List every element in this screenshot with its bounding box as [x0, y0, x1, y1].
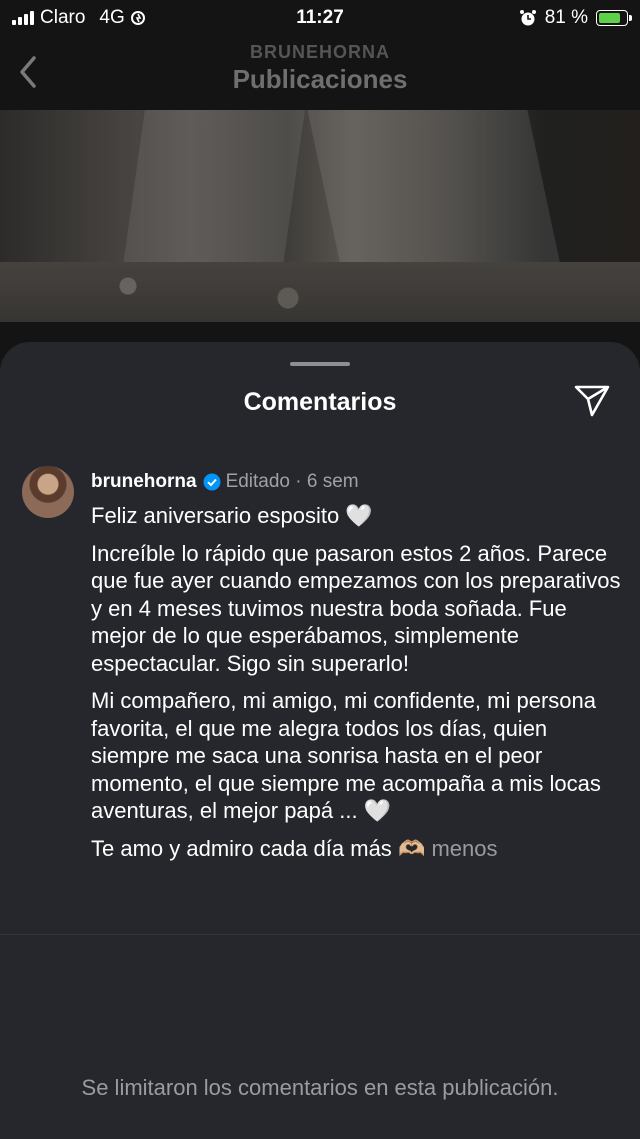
- post-image: [0, 110, 640, 322]
- battery-percent: 81 %: [544, 7, 588, 28]
- comment-text: Feliz aniversario esposito 🤍 Increíble l…: [91, 502, 621, 862]
- battery-level: [599, 13, 621, 23]
- comments-sheet: Comentarios brunehorna Editado · 6 sem F…: [0, 342, 640, 1139]
- alarm-icon: [519, 10, 536, 26]
- battery-icon: [596, 10, 632, 26]
- divider: [0, 934, 640, 935]
- page-title: Publicaciones: [232, 64, 408, 94]
- drag-handle[interactable]: [290, 362, 350, 366]
- sheet-title: Comentarios: [243, 388, 397, 416]
- comment-username[interactable]: brunehorna: [91, 471, 197, 493]
- comment-meta: brunehorna Editado · 6 sem: [91, 468, 621, 496]
- status-bar-right: 81 %: [519, 7, 632, 29]
- comment-last-line: Te amo y admiro cada día más 🫶🏼 menos: [91, 835, 498, 861]
- comment-line-1: Feliz aniversario esposito 🤍: [91, 503, 373, 528]
- white-heart-emoji: 🤍: [363, 798, 392, 823]
- verified-badge-icon: [203, 473, 221, 491]
- profile-username: BRUNEHORNA: [250, 42, 390, 62]
- avatar[interactable]: [22, 466, 74, 518]
- comment-paragraph-2: Increíble lo rápido que pasaron estos 2 …: [91, 540, 621, 676]
- top-nav: BRUNEHORNA Publicaciones: [0, 36, 640, 110]
- comment-paragraph-3: Mi compañero, mi amigo, mi confidente, m…: [91, 688, 601, 823]
- status-bar: Claro 4G 11:27 81 %: [0, 0, 640, 36]
- show-less-link[interactable]: menos: [431, 836, 497, 861]
- comment-body: brunehorna Editado · 6 sem Feliz anivers…: [91, 468, 621, 872]
- white-heart-emoji: 🤍: [345, 503, 373, 528]
- comment-timestamp: Editado · 6 sem: [225, 471, 359, 492]
- comments-limited-notice: Se limitaron los comentarios en esta pub…: [81, 1075, 559, 1100]
- share-icon[interactable]: [573, 384, 611, 418]
- heart-hands-emoji: 🫶🏼: [397, 835, 426, 861]
